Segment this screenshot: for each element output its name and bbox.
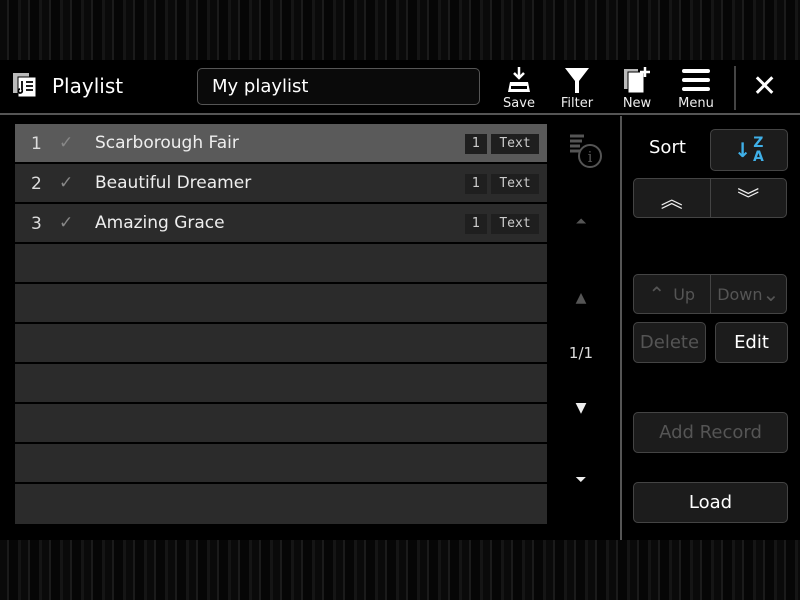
scroll-top-button[interactable]: ⏶ (566, 214, 596, 230)
record-count: 1 (465, 134, 487, 154)
song-name: Beautiful Dreamer (95, 173, 252, 193)
move-group: ︽ ︾ (633, 178, 787, 218)
song-name: Amazing Grace (95, 213, 225, 233)
scroll-up-button[interactable]: ▲ (566, 290, 596, 306)
row-number: 2 (31, 174, 42, 194)
svg-text:i: i (588, 148, 593, 166)
up-button[interactable]: ⌃ Up (634, 275, 711, 313)
playlist-list: 1 ✓ Scarborough Fair 1 Text 2 ✓ Beautiful Drea… (15, 124, 547, 524)
sort-arrow-icon: ↓ (734, 138, 751, 162)
list-row[interactable]: 2 ✓ Beautiful Dreamer 1 Text (15, 164, 547, 204)
page-title: Playlist (52, 74, 124, 98)
type-badge: Text (491, 134, 539, 154)
menu-label: Menu (678, 96, 714, 111)
list-row[interactable]: 3 ✓ Amazing Grace 1 Text (15, 204, 547, 244)
empty-row (15, 324, 547, 364)
save-button[interactable]: Save (494, 66, 544, 111)
record-count: 1 (465, 174, 487, 194)
playlist-icon (13, 73, 37, 98)
empty-row (15, 364, 547, 404)
empty-row (15, 484, 547, 524)
move-to-top-button[interactable]: ︽ (634, 179, 711, 217)
new-button[interactable]: New (612, 66, 662, 111)
page-indicator: 1/1 (568, 344, 594, 362)
empty-row (15, 404, 547, 444)
sort-za-icon: ZA (752, 135, 764, 165)
load-button[interactable]: Load (633, 482, 788, 523)
chevron-down-icon: ⌄ (762, 282, 780, 306)
up-down-group: ⌃ Up Down ⌄ (633, 274, 787, 314)
check-icon[interactable]: ✓ (59, 173, 73, 193)
save-label: Save (503, 96, 535, 111)
down-button[interactable]: Down ⌄ (711, 275, 787, 313)
scroll-down-button[interactable]: ▼ (566, 400, 596, 416)
background-top (0, 0, 800, 60)
empty-row (15, 444, 547, 484)
check-icon[interactable]: ✓ (59, 213, 73, 233)
move-to-bottom-button[interactable]: ︾ (711, 179, 787, 217)
row-number: 1 (31, 134, 42, 154)
header: Playlist Save Filter New Menu ✕ (0, 60, 800, 115)
filter-label: Filter (560, 96, 594, 111)
type-badge: Text (491, 214, 539, 234)
record-count: 1 (465, 214, 487, 234)
menu-icon (682, 69, 710, 91)
type-badge: Text (491, 174, 539, 194)
chevron-up-icon: ⌃ (648, 282, 666, 306)
sort-label: Sort (649, 137, 686, 158)
save-icon (508, 67, 530, 92)
check-icon[interactable]: ✓ (59, 133, 73, 153)
filter-icon (565, 68, 589, 93)
playlist-name-input[interactable] (197, 68, 480, 105)
song-name: Scarborough Fair (95, 133, 239, 153)
row-number: 3 (31, 214, 42, 234)
new-playlist-icon (624, 67, 650, 94)
new-label: New (622, 96, 652, 111)
down-label: Down (717, 284, 763, 304)
edit-button[interactable]: Edit (715, 322, 788, 363)
header-divider (734, 66, 736, 110)
filter-button[interactable]: Filter (552, 66, 602, 111)
background-bottom (0, 540, 800, 600)
empty-row (15, 284, 547, 324)
panel-divider (620, 116, 622, 540)
up-label: Up (673, 284, 696, 304)
delete-button[interactable]: Delete (633, 322, 706, 363)
menu-button[interactable]: Menu (671, 66, 721, 111)
add-record-button[interactable]: Add Record (633, 412, 788, 453)
scroll-bottom-button[interactable]: ⏷ (566, 472, 596, 488)
sort-button[interactable]: ↓ ZA (710, 129, 788, 171)
info-icon[interactable]: i (568, 134, 608, 170)
list-row[interactable]: 1 ✓ Scarborough Fair 1 Text (15, 124, 547, 164)
empty-row (15, 244, 547, 284)
close-button[interactable]: ✕ (752, 72, 777, 102)
